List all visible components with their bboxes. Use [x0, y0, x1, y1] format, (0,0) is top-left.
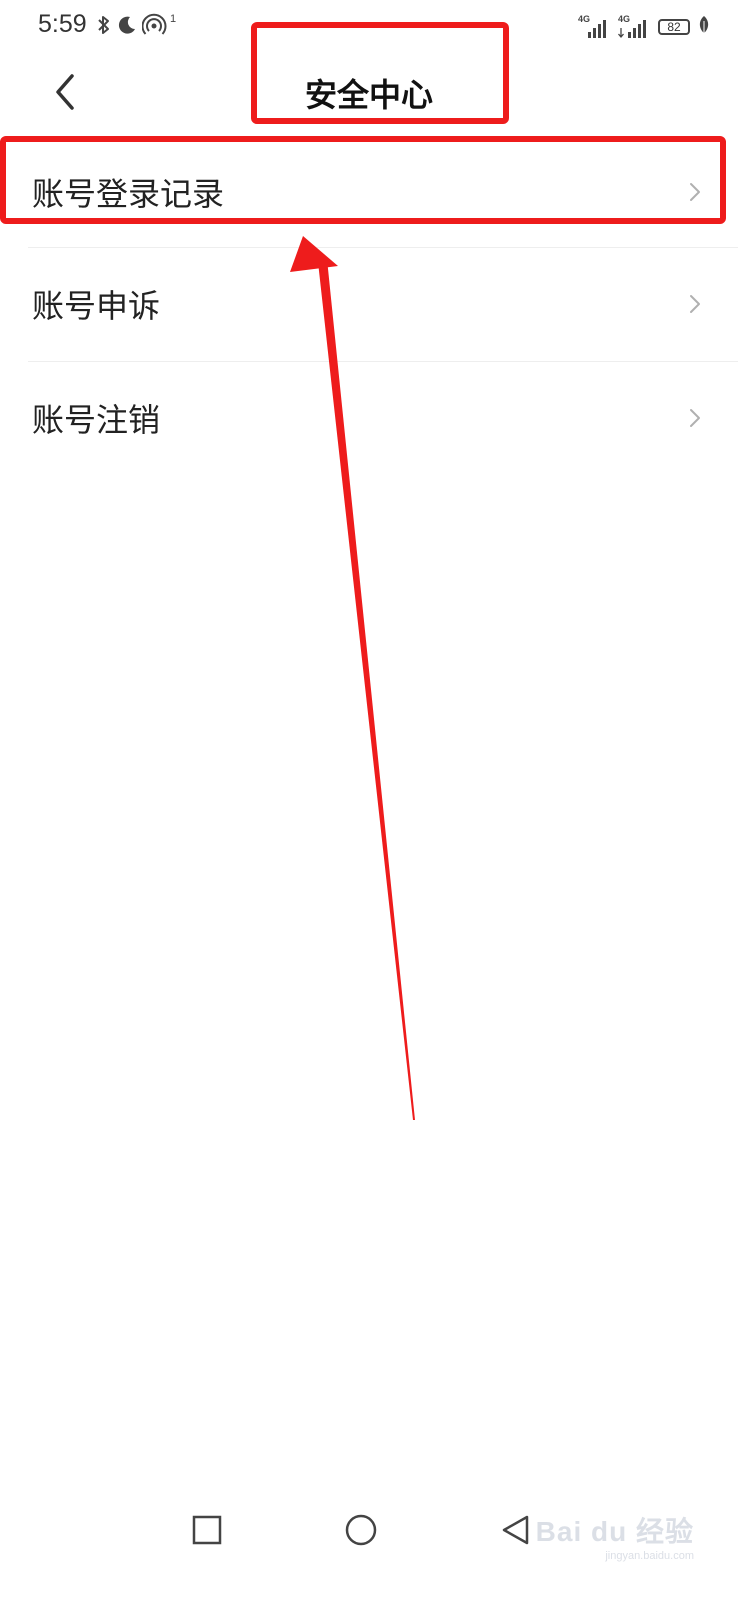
- home-button[interactable]: [339, 1508, 383, 1552]
- watermark: Bai du 经验 jingyan.baidu.com: [536, 1510, 694, 1562]
- back-icon: [502, 1515, 529, 1545]
- security-center-screen: 5:59 1 4G 4G 82 安全中心 账号登录记录 账号申诉 账号注销 Ba…: [0, 0, 738, 1600]
- watermark-brand: Bai du 经验: [535, 1516, 694, 1547]
- recent-apps-icon: [192, 1515, 222, 1545]
- annotation-arrow: [290, 236, 415, 1120]
- back-nav-button[interactable]: [494, 1508, 538, 1552]
- recent-apps-button[interactable]: [185, 1508, 229, 1552]
- home-icon: [345, 1514, 377, 1546]
- watermark-url: jingyan.baidu.com: [605, 1550, 694, 1562]
